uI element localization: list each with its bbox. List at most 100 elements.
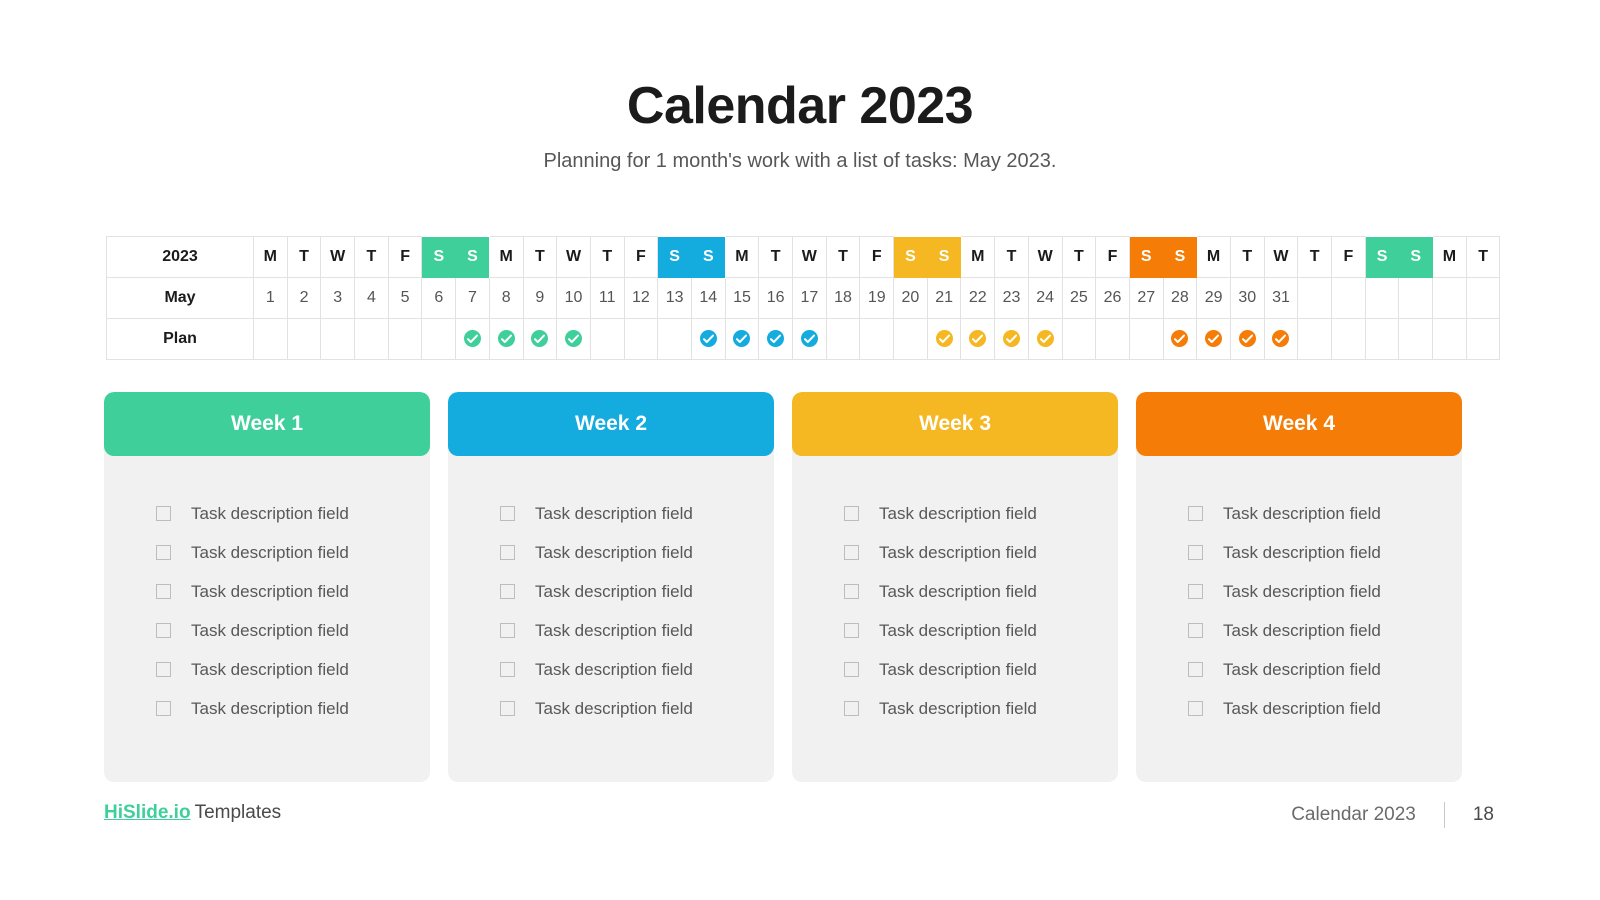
calendar-date-cell[interactable] <box>1465 277 1501 319</box>
checkbox-icon[interactable] <box>156 701 171 716</box>
calendar-date-cell[interactable]: 26 <box>1095 277 1130 319</box>
calendar-date-cell[interactable]: 22 <box>960 277 996 319</box>
calendar-date-cell[interactable]: 23 <box>994 277 1029 319</box>
calendar-date-cell[interactable] <box>1297 277 1332 319</box>
checkbox-icon[interactable] <box>844 623 859 638</box>
checkbox-icon[interactable] <box>156 506 171 521</box>
calendar-plan-cell[interactable] <box>387 318 423 360</box>
calendar-date-cell[interactable]: 11 <box>589 277 625 319</box>
calendar-date-cell[interactable]: 25 <box>1061 277 1097 319</box>
task-list-item[interactable]: Task description field <box>500 650 774 689</box>
task-list-item[interactable]: Task description field <box>844 533 1118 572</box>
calendar-date-cell[interactable]: 1 <box>253 277 288 319</box>
calendar-date-cell[interactable]: 27 <box>1128 277 1164 319</box>
checkbox-icon[interactable] <box>500 701 515 716</box>
task-list-item[interactable]: Task description field <box>1188 572 1462 611</box>
task-list-item[interactable]: Task description field <box>1188 611 1462 650</box>
calendar-plan-cell[interactable] <box>926 318 962 360</box>
checkbox-icon[interactable] <box>156 623 171 638</box>
checkbox-icon[interactable] <box>844 584 859 599</box>
task-list-item[interactable]: Task description field <box>1188 533 1462 572</box>
task-list-item[interactable]: Task description field <box>1188 494 1462 533</box>
calendar-plan-cell[interactable] <box>589 318 625 360</box>
calendar-plan-cell[interactable] <box>1229 318 1265 360</box>
checkbox-icon[interactable] <box>156 662 171 677</box>
calendar-date-cell[interactable]: 31 <box>1263 277 1299 319</box>
task-list-item[interactable]: Task description field <box>156 689 430 728</box>
calendar-plan-cell[interactable] <box>421 318 457 360</box>
calendar-date-cell[interactable]: 28 <box>1162 277 1198 319</box>
calendar-plan-cell[interactable] <box>556 318 591 360</box>
brand-link[interactable]: HiSlide.io <box>104 802 191 823</box>
calendar-plan-cell[interactable] <box>1331 318 1366 360</box>
calendar-plan-cell[interactable] <box>1465 318 1501 360</box>
checkbox-icon[interactable] <box>844 662 859 677</box>
calendar-date-cell[interactable]: 29 <box>1196 277 1231 319</box>
checkbox-icon[interactable] <box>844 506 859 521</box>
checkbox-icon[interactable] <box>500 662 515 677</box>
checkbox-icon[interactable] <box>1188 662 1203 677</box>
calendar-date-cell[interactable]: 3 <box>320 277 356 319</box>
calendar-plan-cell[interactable] <box>1196 318 1231 360</box>
calendar-date-cell[interactable]: 2 <box>286 277 322 319</box>
calendar-date-cell[interactable]: 12 <box>623 277 659 319</box>
calendar-date-cell[interactable]: 6 <box>421 277 457 319</box>
calendar-date-cell[interactable]: 7 <box>455 277 490 319</box>
task-list-item[interactable]: Task description field <box>844 689 1118 728</box>
calendar-plan-cell[interactable] <box>623 318 659 360</box>
calendar-date-cell[interactable]: 5 <box>387 277 423 319</box>
task-list-item[interactable]: Task description field <box>500 572 774 611</box>
calendar-plan-cell[interactable] <box>994 318 1029 360</box>
calendar-plan-cell[interactable] <box>320 318 356 360</box>
calendar-date-cell[interactable]: 10 <box>556 277 591 319</box>
calendar-plan-cell[interactable] <box>792 318 827 360</box>
calendar-plan-cell[interactable] <box>253 318 288 360</box>
calendar-date-cell[interactable]: 20 <box>893 277 928 319</box>
calendar-plan-cell[interactable] <box>825 318 861 360</box>
calendar-date-cell[interactable] <box>1398 277 1434 319</box>
task-list-item[interactable]: Task description field <box>156 494 430 533</box>
calendar-date-cell[interactable] <box>1331 277 1366 319</box>
task-list-item[interactable]: Task description field <box>500 689 774 728</box>
calendar-date-cell[interactable]: 8 <box>488 277 524 319</box>
checkbox-icon[interactable] <box>156 545 171 560</box>
calendar-date-cell[interactable]: 16 <box>758 277 793 319</box>
calendar-plan-cell[interactable] <box>657 318 692 360</box>
task-list-item[interactable]: Task description field <box>1188 689 1462 728</box>
task-list-item[interactable]: Task description field <box>1188 650 1462 689</box>
calendar-date-cell[interactable]: 19 <box>859 277 895 319</box>
calendar-date-cell[interactable]: 14 <box>690 277 726 319</box>
task-list-item[interactable]: Task description field <box>156 533 430 572</box>
checkbox-icon[interactable] <box>500 584 515 599</box>
task-list-item[interactable]: Task description field <box>156 572 430 611</box>
task-list-item[interactable]: Task description field <box>844 611 1118 650</box>
calendar-plan-cell[interactable] <box>1364 318 1400 360</box>
week-card-header[interactable]: Week 1 <box>104 392 430 456</box>
task-list-item[interactable]: Task description field <box>156 611 430 650</box>
checkbox-icon[interactable] <box>1188 701 1203 716</box>
calendar-plan-cell[interactable] <box>354 318 389 360</box>
calendar-plan-cell[interactable] <box>1432 318 1467 360</box>
calendar-plan-cell[interactable] <box>1398 318 1434 360</box>
calendar-plan-cell[interactable] <box>690 318 726 360</box>
checkbox-icon[interactable] <box>500 545 515 560</box>
checkbox-icon[interactable] <box>1188 545 1203 560</box>
calendar-date-cell[interactable]: 24 <box>1027 277 1063 319</box>
task-list-item[interactable]: Task description field <box>500 494 774 533</box>
calendar-date-cell[interactable] <box>1432 277 1467 319</box>
week-card-header[interactable]: Week 4 <box>1136 392 1462 456</box>
calendar-plan-cell[interactable] <box>488 318 524 360</box>
calendar-date-cell[interactable]: 30 <box>1229 277 1265 319</box>
task-list-item[interactable]: Task description field <box>844 650 1118 689</box>
calendar-date-cell[interactable]: 15 <box>724 277 760 319</box>
checkbox-icon[interactable] <box>844 701 859 716</box>
task-list-item[interactable]: Task description field <box>844 572 1118 611</box>
calendar-plan-cell[interactable] <box>1162 318 1198 360</box>
calendar-date-cell[interactable]: 9 <box>522 277 558 319</box>
calendar-plan-cell[interactable] <box>455 318 490 360</box>
calendar-plan-cell[interactable] <box>1095 318 1130 360</box>
calendar-plan-cell[interactable] <box>893 318 928 360</box>
checkbox-icon[interactable] <box>156 584 171 599</box>
checkbox-icon[interactable] <box>500 623 515 638</box>
calendar-date-cell[interactable]: 13 <box>657 277 692 319</box>
